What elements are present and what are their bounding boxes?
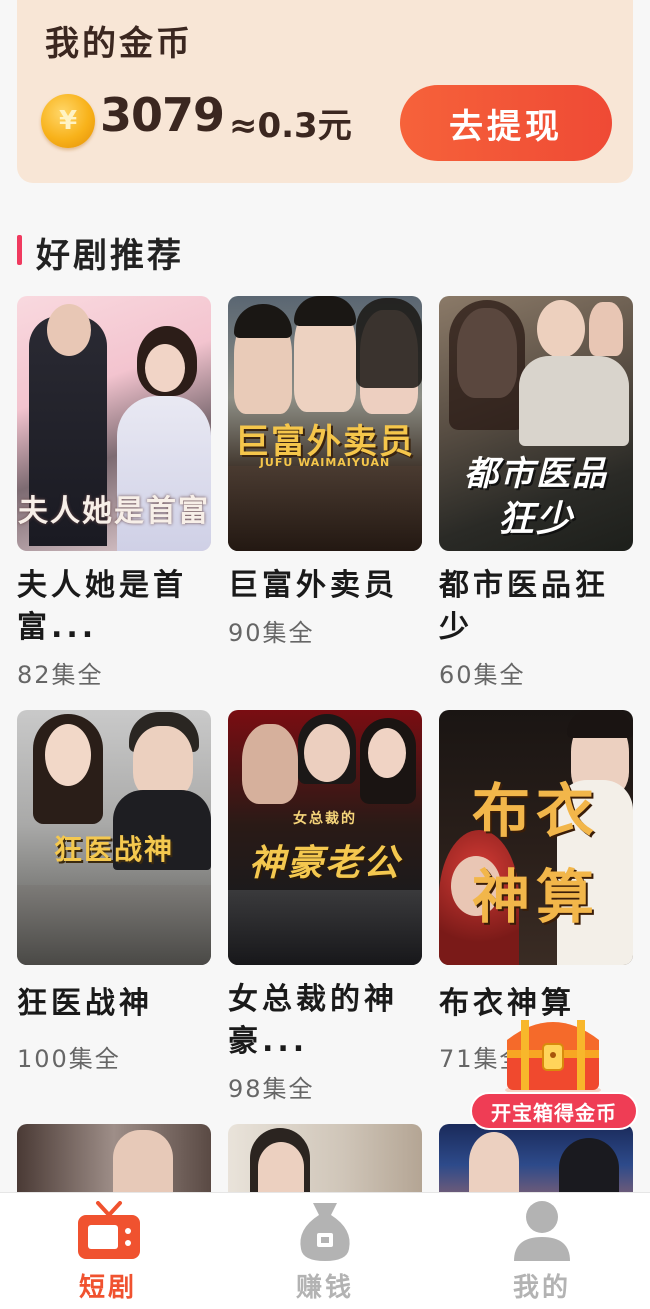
treasure-label[interactable]: 开宝箱得金币 xyxy=(470,1092,638,1130)
poster-subtitle-art: 女总裁的 xyxy=(293,811,357,827)
drama-poster[interactable]: 布衣 神算 xyxy=(439,710,633,965)
drama-poster[interactable]: 夫人她是首富 xyxy=(17,296,211,551)
poster-title-art: 夫人她是首富 xyxy=(18,494,210,529)
section-title: 好剧推荐 xyxy=(36,236,184,276)
yen-coin-icon: ¥ xyxy=(41,94,95,148)
episode-count: 90集全 xyxy=(228,619,315,647)
treasure-chest-icon[interactable] xyxy=(499,1010,607,1096)
poster-subtitle-art: 狂少 xyxy=(497,499,574,540)
tab-label: 我的 xyxy=(512,1273,571,1303)
drama-card[interactable]: 夫人她是首富 夫人她是首富... 82集全 xyxy=(17,296,211,690)
tab-short-drama[interactable]: 短剧 xyxy=(38,1193,178,1309)
drama-title[interactable]: 女总裁的神豪... xyxy=(228,979,422,1063)
drama-poster[interactable]: 巨富外卖员 JUFU WAIMAIYUAN xyxy=(228,296,422,551)
episode-count: 82集全 xyxy=(17,661,104,689)
drama-poster[interactable]: 都市医品 狂少 xyxy=(439,296,633,551)
drama-poster[interactable] xyxy=(17,1124,211,1192)
coin-title: 我的金币 xyxy=(45,24,193,64)
coin-card: 我的金币 ¥ 3079 ≈0.3元 去提现 xyxy=(17,0,633,183)
drama-poster[interactable]: 狂医战神 xyxy=(17,710,211,965)
drama-card[interactable] xyxy=(17,1124,211,1192)
episode-count: 60集全 xyxy=(439,661,526,689)
poster-subtitle-art: JUFU WAIMAIYUAN xyxy=(259,456,391,469)
bottom-tab-bar: 短剧 赚钱 我的 xyxy=(0,1192,650,1309)
section-accent-bar xyxy=(17,235,22,265)
tab-earn-money[interactable]: 赚钱 xyxy=(255,1193,395,1309)
episode-count: 100集全 xyxy=(17,1045,121,1073)
drama-card[interactable]: 女总裁的 神豪老公 女总裁的神豪... 98集全 xyxy=(228,710,422,1104)
drama-card[interactable]: 巨富外卖员 JUFU WAIMAIYUAN 巨富外卖员 90集全 xyxy=(228,296,422,648)
coin-amount: 3079 xyxy=(100,88,225,142)
tab-label: 赚钱 xyxy=(295,1273,354,1303)
poster-title-art: 都市医品 xyxy=(464,454,608,494)
drama-title[interactable]: 狂医战神 xyxy=(17,983,211,1025)
tab-label: 短剧 xyxy=(78,1273,137,1303)
coin-cash-value: ≈0.3元 xyxy=(229,106,352,146)
poster-subtitle-art: 神算 xyxy=(471,863,600,931)
episode-count: 98集全 xyxy=(228,1075,315,1103)
money-bag-icon xyxy=(293,1199,357,1263)
poster-title-art: 狂医战神 xyxy=(53,833,174,866)
drama-title[interactable]: 都市医品狂少 xyxy=(439,565,633,649)
drama-card[interactable] xyxy=(439,1124,633,1192)
withdraw-button[interactable]: 去提现 xyxy=(400,85,612,161)
drama-poster[interactable] xyxy=(228,1124,422,1192)
drama-poster[interactable]: 女总裁的 神豪老公 xyxy=(228,710,422,965)
user-icon xyxy=(512,1199,572,1263)
tv-icon xyxy=(76,1201,142,1261)
drama-card[interactable]: 都市医品 狂少 都市医品狂少 60集全 xyxy=(439,296,633,690)
poster-title-art: 神豪老公 xyxy=(248,843,401,884)
tab-my-profile[interactable]: 我的 xyxy=(472,1193,612,1309)
drama-poster[interactable] xyxy=(439,1124,633,1192)
drama-card[interactable]: 狂医战神 狂医战神 100集全 xyxy=(17,710,211,1074)
drama-card[interactable] xyxy=(228,1124,422,1192)
drama-title[interactable]: 巨富外卖员 xyxy=(228,565,422,607)
drama-title[interactable]: 夫人她是首富... xyxy=(17,565,211,649)
poster-title-art: 布衣 xyxy=(471,777,600,845)
